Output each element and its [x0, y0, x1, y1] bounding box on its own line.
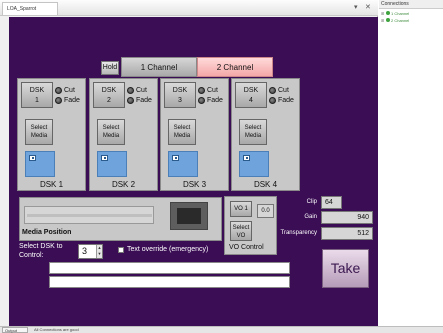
image-icon	[101, 155, 108, 161]
dsk-button[interactable]: DSK 1	[21, 82, 53, 108]
hold-button[interactable]: Hold	[101, 61, 119, 75]
dsk-spinner[interactable]: 3 ▲ ▼	[78, 244, 103, 259]
dsk-caption: DSK 3	[182, 180, 207, 189]
window-titlebar: LOA_Sparrot ▾ ✕	[0, 0, 378, 16]
cut-radio[interactable]	[269, 87, 276, 94]
fade-label: Fade	[136, 97, 152, 104]
expand-icon[interactable]: ⊞	[381, 18, 385, 24]
select-media-button[interactable]: Select Media	[239, 119, 267, 145]
text-override-checkbox[interactable]	[118, 247, 124, 253]
override-text-field-2[interactable]	[49, 276, 290, 288]
image-icon	[243, 155, 250, 161]
fade-radio[interactable]	[269, 97, 276, 104]
text-override-label: Text override (emergency)	[127, 246, 209, 253]
vo1-button[interactable]: VO 1	[230, 201, 252, 217]
output-tab[interactable]: Output	[2, 327, 28, 333]
cut-radio[interactable]	[127, 87, 134, 94]
media-thumbnail	[25, 151, 55, 177]
status-ok-icon	[386, 18, 390, 22]
document-tab[interactable]: LOA_Sparrot	[2, 2, 58, 15]
fade-label: Fade	[64, 97, 80, 104]
dsk-card: DSK 2 Cut Fade Select Media DSK 2	[89, 78, 158, 191]
channel-1-button[interactable]: 1 Channel	[121, 57, 197, 77]
gain-value[interactable]: 940	[321, 211, 373, 224]
cut-label: Cut	[278, 87, 289, 94]
transparency-label: Transparency	[280, 230, 317, 236]
cut-label: Cut	[207, 87, 218, 94]
clip-label: Clip	[306, 199, 317, 205]
dsk-spinner-value: 3	[82, 246, 88, 256]
dsk-caption: DSK 1	[39, 180, 64, 189]
select-vo-button[interactable]: Select VO	[230, 221, 252, 241]
cut-label: Cut	[64, 87, 75, 94]
connection-name: 2 Channel	[391, 18, 410, 23]
status-text: All Connections are good	[34, 327, 79, 332]
media-thumbnail	[168, 151, 198, 177]
app-frame: LOA_Sparrot ▾ ✕ Hold 1 Channel 2 Channel…	[0, 0, 443, 333]
image-icon	[172, 155, 179, 161]
select-dsk-label: Select DSK to Control:	[19, 243, 63, 259]
vo-control-label: VO Control	[229, 244, 264, 251]
media-position-slider[interactable]	[24, 206, 154, 224]
dsk-caption: DSK 2	[111, 180, 136, 189]
status-ok-icon	[386, 11, 390, 15]
gain-label: Gain	[304, 214, 317, 220]
pin-icon[interactable]: ▾	[354, 3, 358, 12]
dsk-card: DSK 1 Cut Fade Select Media DSK 1	[17, 78, 86, 191]
slider-track	[27, 214, 152, 217]
fade-radio[interactable]	[55, 97, 62, 104]
connections-pane: Connections ⊞ 1 Channel ⊞ 2 Channel	[379, 0, 443, 326]
cut-label: Cut	[136, 87, 147, 94]
dsk-caption: DSK 4	[253, 180, 278, 189]
cut-radio[interactable]	[198, 87, 205, 94]
media-position-panel: Media Position	[19, 197, 222, 241]
dsk-button[interactable]: DSK 2	[93, 82, 125, 108]
connection-item[interactable]: ⊞ 2 Channel	[381, 18, 409, 24]
expand-icon[interactable]: ⊞	[381, 11, 385, 17]
main-window: LOA_Sparrot ▾ ✕ Hold 1 Channel 2 Channel…	[0, 0, 378, 326]
clip-value[interactable]: 64	[321, 196, 342, 209]
dsk-button[interactable]: DSK 3	[164, 82, 196, 108]
status-bar: Output All Connections are good	[0, 326, 443, 333]
media-position-label: Media Position	[22, 229, 72, 236]
select-media-button[interactable]: Select Media	[25, 119, 53, 145]
media-thumbnail	[239, 151, 269, 177]
take-button[interactable]: Take	[322, 249, 369, 288]
connections-title: Connections	[379, 0, 443, 9]
fade-radio[interactable]	[198, 97, 205, 104]
dsk-card: DSK 4 Cut Fade Select Media DSK 4	[231, 78, 300, 191]
dsk-card: DSK 3 Cut Fade Select Media DSK 3	[160, 78, 229, 191]
select-media-button[interactable]: Select Media	[168, 119, 196, 145]
media-thumbnail	[97, 151, 127, 177]
fade-label: Fade	[278, 97, 294, 104]
transparency-value[interactable]: 512	[321, 227, 373, 240]
media-preview	[170, 202, 208, 230]
connection-name: 1 Channel	[391, 11, 410, 16]
preview-screen	[177, 208, 201, 224]
channel-2-button[interactable]: 2 Channel	[197, 57, 273, 77]
override-text-field-1[interactable]	[49, 262, 290, 274]
fade-label: Fade	[207, 97, 223, 104]
fade-radio[interactable]	[127, 97, 134, 104]
close-icon[interactable]: ✕	[365, 3, 371, 12]
spinner-arrows-icon[interactable]: ▲ ▼	[96, 245, 102, 258]
image-icon	[29, 155, 36, 161]
dsk-button[interactable]: DSK 4	[235, 82, 267, 108]
cut-radio[interactable]	[55, 87, 62, 94]
select-media-button[interactable]: Select Media	[97, 119, 125, 145]
connection-item[interactable]: ⊞ 1 Channel	[381, 11, 409, 17]
